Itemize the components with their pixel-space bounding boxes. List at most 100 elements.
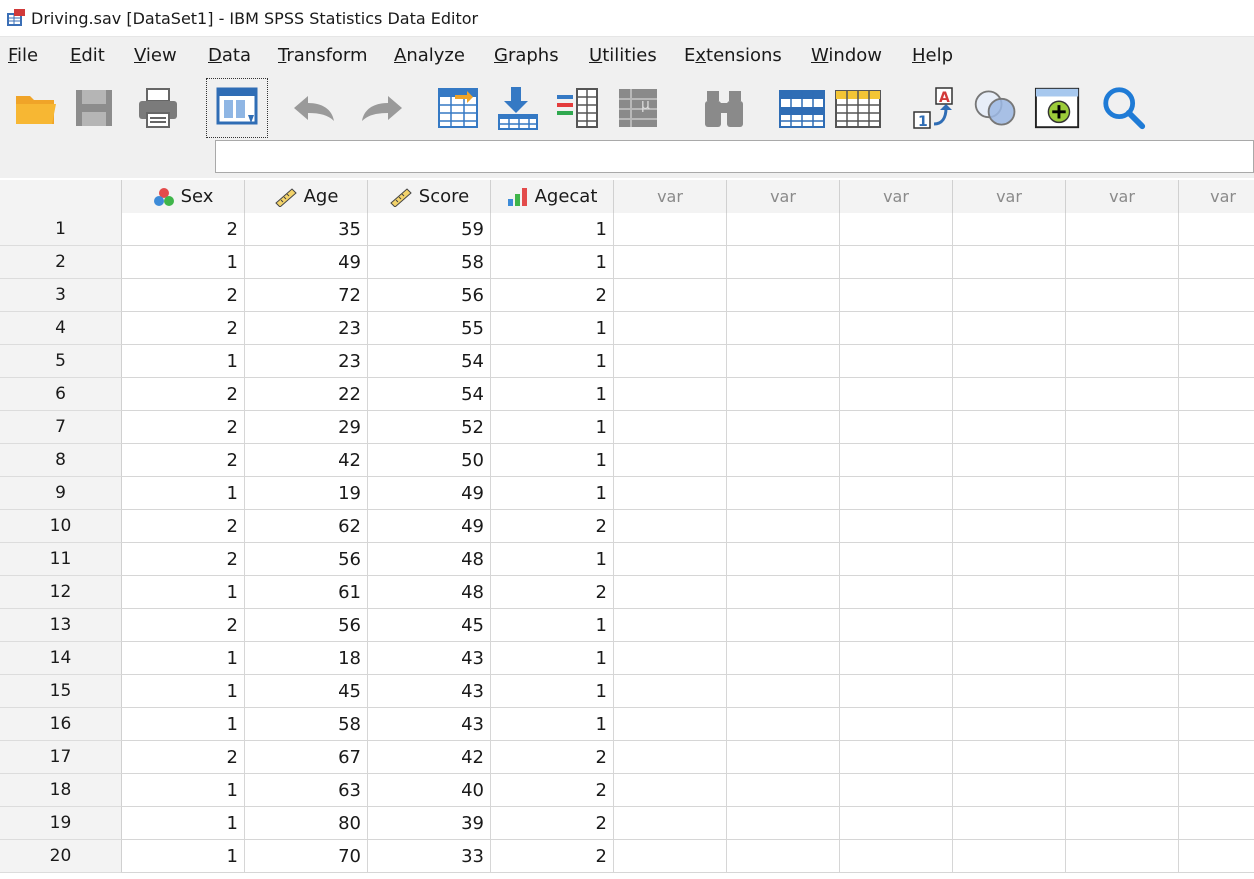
grid-cell[interactable] bbox=[614, 741, 727, 774]
grid-cell[interactable] bbox=[840, 411, 953, 444]
grid-cell[interactable] bbox=[840, 312, 953, 345]
grid-cell[interactable] bbox=[1179, 444, 1254, 477]
grid-cell[interactable]: 48 bbox=[368, 543, 491, 576]
grid-cell[interactable]: 1 bbox=[122, 807, 245, 840]
grid-cell[interactable] bbox=[727, 741, 840, 774]
grid-cell[interactable] bbox=[1066, 576, 1179, 609]
grid-cell[interactable] bbox=[1066, 510, 1179, 543]
row-header[interactable]: 16 bbox=[0, 708, 122, 741]
grid-cell[interactable] bbox=[1066, 807, 1179, 840]
menu-transform[interactable]: Transform bbox=[278, 45, 368, 66]
column-header-score[interactable]: Score bbox=[368, 180, 491, 213]
row-header[interactable]: 15 bbox=[0, 675, 122, 708]
grid-cell[interactable]: 2 bbox=[491, 279, 614, 312]
grid-cell[interactable] bbox=[727, 213, 840, 246]
grid-cell[interactable]: 2 bbox=[491, 510, 614, 543]
grid-cell[interactable] bbox=[614, 444, 727, 477]
recall-dialog-icon[interactable] bbox=[206, 78, 268, 138]
grid-cell[interactable] bbox=[614, 675, 727, 708]
grid-cell[interactable] bbox=[1066, 708, 1179, 741]
grid-cell[interactable] bbox=[953, 708, 1066, 741]
grid-cell[interactable] bbox=[727, 345, 840, 378]
grid-cell[interactable] bbox=[840, 708, 953, 741]
row-header[interactable]: 3 bbox=[0, 279, 122, 312]
grid-cell[interactable] bbox=[614, 378, 727, 411]
grid-cell[interactable] bbox=[840, 213, 953, 246]
grid-cell[interactable]: 1 bbox=[491, 312, 614, 345]
row-header[interactable]: 6 bbox=[0, 378, 122, 411]
grid-cell[interactable]: 1 bbox=[491, 543, 614, 576]
grid-cell[interactable] bbox=[1179, 246, 1254, 279]
grid-cell[interactable] bbox=[727, 609, 840, 642]
grid-corner[interactable] bbox=[0, 180, 122, 213]
grid-cell[interactable] bbox=[840, 510, 953, 543]
grid-cell[interactable] bbox=[727, 642, 840, 675]
column-header-var[interactable]: var bbox=[614, 180, 727, 213]
grid-cell[interactable] bbox=[1179, 576, 1254, 609]
grid-cell[interactable] bbox=[840, 576, 953, 609]
grid-cell[interactable] bbox=[1179, 708, 1254, 741]
grid-cell[interactable] bbox=[727, 510, 840, 543]
grid-cell[interactable]: 22 bbox=[245, 378, 368, 411]
grid-cell[interactable] bbox=[953, 774, 1066, 807]
grid-cell[interactable] bbox=[1066, 642, 1179, 675]
grid-cell[interactable]: 1 bbox=[491, 246, 614, 279]
grid-cell[interactable]: 1 bbox=[122, 345, 245, 378]
grid-cell[interactable] bbox=[1179, 345, 1254, 378]
grid-cell[interactable] bbox=[727, 840, 840, 873]
row-header[interactable]: 1 bbox=[0, 213, 122, 246]
grid-cell[interactable] bbox=[1066, 312, 1179, 345]
grid-cell[interactable]: 2 bbox=[491, 840, 614, 873]
grid-cell[interactable]: 62 bbox=[245, 510, 368, 543]
menu-extensions[interactable]: Extensions bbox=[684, 45, 782, 66]
grid-cell[interactable]: 63 bbox=[245, 774, 368, 807]
show-all-variables-icon[interactable] bbox=[1034, 82, 1082, 134]
grid-cell[interactable]: 1 bbox=[122, 642, 245, 675]
grid-cell[interactable] bbox=[840, 345, 953, 378]
grid-cell[interactable]: 54 bbox=[368, 345, 491, 378]
grid-cell[interactable]: 58 bbox=[368, 246, 491, 279]
grid-cell[interactable] bbox=[1066, 741, 1179, 774]
grid-cell[interactable]: 2 bbox=[122, 609, 245, 642]
column-header-age[interactable]: Age bbox=[245, 180, 368, 213]
grid-cell[interactable]: 58 bbox=[245, 708, 368, 741]
row-header[interactable]: 9 bbox=[0, 477, 122, 510]
grid-cell[interactable] bbox=[614, 840, 727, 873]
menu-view[interactable]: View bbox=[134, 45, 177, 66]
grid-cell[interactable] bbox=[1179, 741, 1254, 774]
grid-cell[interactable] bbox=[1179, 477, 1254, 510]
value-labels-icon[interactable]: A1 bbox=[910, 82, 958, 134]
grid-cell[interactable] bbox=[953, 840, 1066, 873]
insert-variable-icon[interactable] bbox=[834, 82, 882, 134]
row-header[interactable]: 8 bbox=[0, 444, 122, 477]
grid-cell[interactable]: 2 bbox=[491, 807, 614, 840]
grid-cell[interactable] bbox=[1066, 609, 1179, 642]
undo-icon[interactable] bbox=[290, 82, 338, 134]
grid-cell[interactable] bbox=[953, 642, 1066, 675]
row-header[interactable]: 12 bbox=[0, 576, 122, 609]
grid-cell[interactable]: 33 bbox=[368, 840, 491, 873]
grid-cell[interactable] bbox=[953, 609, 1066, 642]
row-header[interactable]: 5 bbox=[0, 345, 122, 378]
menu-help[interactable]: Help bbox=[912, 45, 953, 66]
menu-data[interactable]: Data bbox=[208, 45, 251, 66]
grid-cell[interactable] bbox=[953, 279, 1066, 312]
grid-cell[interactable] bbox=[840, 807, 953, 840]
grid-cell[interactable]: 42 bbox=[368, 741, 491, 774]
grid-cell[interactable] bbox=[953, 246, 1066, 279]
grid-cell[interactable] bbox=[614, 510, 727, 543]
grid-cell[interactable] bbox=[840, 246, 953, 279]
grid-cell[interactable]: 2 bbox=[122, 279, 245, 312]
grid-cell[interactable]: 2 bbox=[491, 741, 614, 774]
grid-cell[interactable] bbox=[614, 345, 727, 378]
grid-cell[interactable] bbox=[614, 774, 727, 807]
grid-cell[interactable] bbox=[1066, 279, 1179, 312]
grid-cell[interactable] bbox=[840, 840, 953, 873]
menu-window[interactable]: Window bbox=[811, 45, 882, 66]
grid-cell[interactable] bbox=[727, 312, 840, 345]
grid-cell[interactable]: 1 bbox=[491, 477, 614, 510]
grid-cell[interactable]: 18 bbox=[245, 642, 368, 675]
grid-cell[interactable]: 1 bbox=[122, 774, 245, 807]
grid-cell[interactable] bbox=[1179, 510, 1254, 543]
grid-cell[interactable]: 59 bbox=[368, 213, 491, 246]
